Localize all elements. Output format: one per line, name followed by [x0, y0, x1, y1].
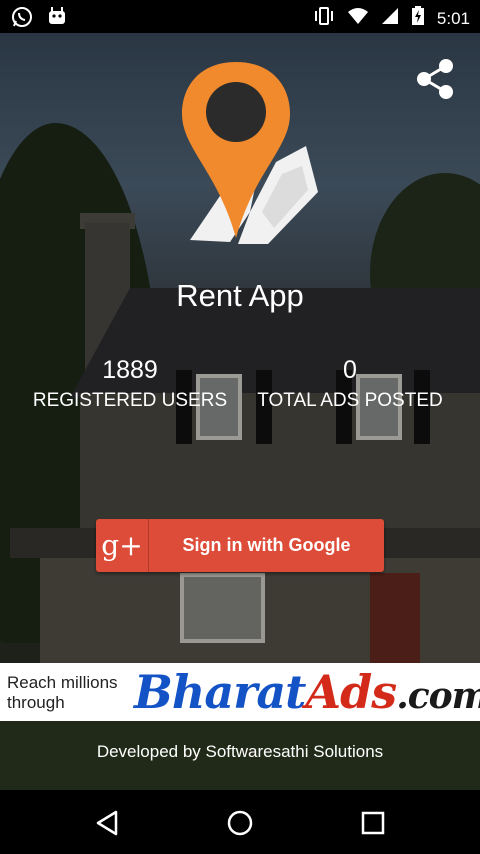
status-time: 5:01: [436, 8, 470, 28]
app-title: Rent App: [176, 278, 304, 313]
developer-credit: Developed by Softwaresathi Solutions: [96, 742, 384, 761]
google-sign-in-button[interactable]: g+ Sign in with Google: [96, 519, 384, 572]
share-icon[interactable]: [416, 58, 454, 105]
total-ads-label: TOTAL ADS POSTED: [257, 390, 443, 411]
app-logo: [178, 62, 323, 252]
ad-brand-logo: BharatAds.com: [134, 665, 480, 719]
wifi-icon: [347, 7, 369, 30]
battery-charging-icon: [411, 6, 425, 31]
registered-users-stat: 1889 REGISTERED USERS: [30, 356, 230, 414]
whatsapp-icon: [10, 5, 34, 34]
back-icon[interactable]: [92, 808, 122, 838]
registered-users-label: REGISTERED USERS: [32, 390, 228, 411]
android-debug-icon: [46, 5, 68, 34]
vibrate-icon: [313, 6, 335, 31]
ad-tagline: Reach millions through: [7, 673, 118, 712]
home-icon[interactable]: [225, 808, 255, 838]
google-plus-icon: g+: [96, 519, 149, 572]
sign-in-label: Sign in with Google: [182, 535, 351, 555]
status-bar: 5:01: [0, 0, 480, 33]
ad-banner[interactable]: Reach millions through BharatAds.com: [0, 663, 480, 721]
recents-icon[interactable]: [358, 808, 388, 838]
signal-icon: [381, 7, 399, 30]
navigation-bar: [0, 790, 480, 854]
total-ads-stat: 0 TOTAL ADS POSTED: [250, 356, 450, 414]
total-ads-count: 0: [343, 356, 357, 384]
registered-users-count: 1889: [102, 356, 158, 384]
